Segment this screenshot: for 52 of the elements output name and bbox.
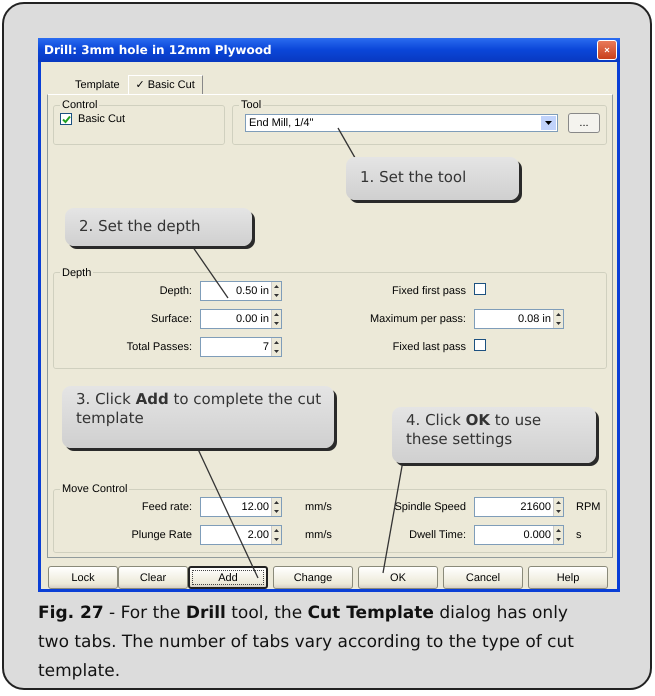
spin-buttons[interactable] [271,526,281,544]
unit-label: s [575,529,582,542]
unit-label: RPM [575,501,600,514]
tab[interactable]: ✓ Basic Cut [128,75,203,94]
field-label: Total Passes: [126,340,193,353]
dialog-button[interactable]: Change [273,566,353,589]
checkbox[interactable] [474,339,486,352]
checkbox-label: Fixed last pass [392,340,467,353]
field-label: Plunge Rate [130,529,193,542]
field-label: Depth: [158,284,193,297]
spin-buttons[interactable] [553,526,563,544]
spin-buttons[interactable] [553,498,563,516]
dialog-button[interactable]: Cancel [443,566,523,589]
field-label: Surface: [150,312,193,325]
callout: 2. Set the depth [65,208,252,246]
spin-buttons[interactable] [271,282,281,300]
dialog-button[interactable]: OK [358,566,438,589]
spin-field[interactable]: 21600 [474,497,564,518]
spin-buttons[interactable] [271,338,281,356]
spin-buttons[interactable] [271,498,281,516]
figure-caption: Fig. 27 - For the Drill tool, the Cut Template dialog has only two tabs. The number of tabs vary according to the type of cut template. [38,602,575,683]
group-title: Move Control [61,483,128,496]
callout: 4. Click OK to use these settings [392,407,596,463]
tool-dropdown[interactable]: End Mill, 1/4" [245,114,558,132]
spin-field[interactable]: 0.08 in [474,308,564,329]
group-title: Control [61,99,98,111]
close-button[interactable] [597,40,617,60]
browse-button[interactable]: ... [568,113,600,133]
field-label: Maximum per pass: [369,312,467,325]
unit-label: mm/s [304,501,333,514]
spin-buttons[interactable] [553,310,563,328]
checkbox[interactable] [60,113,72,125]
tab[interactable]: Template [67,77,128,94]
field-label: Spindle Speed [393,501,467,514]
unit-label: mm/s [304,529,333,542]
dialog-button[interactable]: Lock [48,566,118,589]
dropdown-arrow-icon [545,121,552,125]
spin-buttons[interactable] [271,310,281,328]
group-title: Tool [240,99,262,111]
checkbox-label: Fixed first pass [391,284,467,297]
checkbox[interactable] [474,283,486,296]
window-title: Drill: 3mm hole in 12mm Plywood [44,43,272,57]
dialog-button[interactable]: Add [188,566,268,589]
checkbox-label: Basic Cut [78,113,126,125]
dialog-button[interactable]: Help [528,566,608,589]
callout: 1. Set the tool [346,157,519,200]
field-label: Feed rate: [140,501,193,514]
spin-field[interactable]: 0.000 [474,525,564,546]
callout: 3. Click Add to complete the cut template [62,386,334,448]
group-title: Depth [61,266,92,279]
field-label: Dwell Time: [408,529,467,542]
dialog-button[interactable]: Clear [118,566,188,589]
